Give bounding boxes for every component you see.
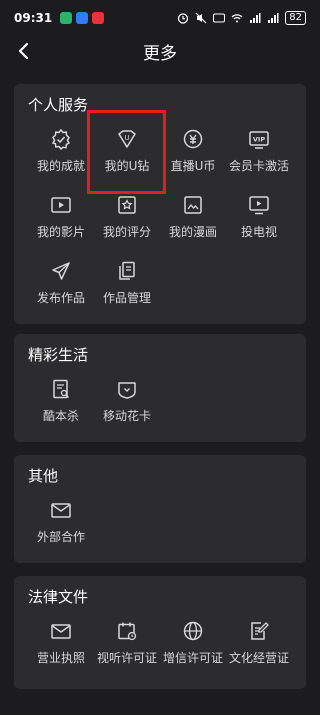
section-legal-documents: 法律文件 营业执照 视听许可证 增信许可证 文化经营证 <box>14 576 306 689</box>
section-lifestyle: 精彩生活 酷本杀 移动花卡 <box>14 334 306 442</box>
section-title: 个人服务 <box>28 96 89 114</box>
menu-item-publish-works[interactable]: 发布作品 <box>28 255 94 311</box>
edit-doc-icon <box>251 622 269 640</box>
section-title: 精彩生活 <box>28 346 89 364</box>
menu-item-my-ratings[interactable]: 我的评分 <box>94 189 160 245</box>
mute-icon <box>195 12 207 24</box>
menu-item-label: 酷本杀 <box>42 409 79 423</box>
menu-item-label: 视听许可证 <box>96 651 157 665</box>
signal-icon <box>268 13 279 23</box>
signal-icon <box>250 13 261 23</box>
menu-item-label: 我的影片 <box>36 225 85 239</box>
menu-item-value-added-license[interactable]: 增信许可证 <box>160 615 226 671</box>
notification-app-icon <box>60 12 73 24</box>
menu-item-my-u-diamond[interactable]: U 我的U钻 <box>94 123 160 179</box>
send-icon <box>52 262 70 280</box>
notification-app-icon <box>92 12 105 24</box>
menu-item-live-u-coin[interactable]: 直播U币 <box>160 123 226 179</box>
battery-level: 82 <box>285 11 306 25</box>
svg-text:VIP: VIP <box>253 136 265 144</box>
back-button[interactable] <box>12 38 38 64</box>
tv-cast-icon <box>249 196 269 215</box>
works-icon <box>119 261 135 280</box>
menu-item-external-cooperation[interactable]: 外部合作 <box>28 494 94 550</box>
menu-item-my-videos[interactable]: 我的影片 <box>28 189 94 245</box>
menu-item-vip-card-activation[interactable]: VIP 会员卡激活 <box>226 123 292 179</box>
menu-item-label: 作品管理 <box>102 291 151 305</box>
menu-item-mobile-flower-card[interactable]: 移动花卡 <box>94 373 160 429</box>
menu-item-script-murder[interactable]: 酷本杀 <box>28 373 94 429</box>
menu-item-label: 会员卡激活 <box>228 159 289 173</box>
menu-item-label: 我的漫画 <box>168 225 217 239</box>
menu-item-label: 外部合作 <box>36 530 85 544</box>
menu-item-works-management[interactable]: 作品管理 <box>94 255 160 311</box>
script-icon <box>53 379 69 399</box>
chevron-left-icon <box>18 42 29 60</box>
status-bar: 09:31 82 <box>0 0 320 36</box>
globe-icon <box>183 621 203 641</box>
menu-item-cultural-business-license[interactable]: 文化经营证 <box>226 615 292 671</box>
menu-item-label: 我的成就 <box>36 159 85 173</box>
menu-item-label: 投电视 <box>240 225 277 239</box>
mail-icon <box>51 624 71 639</box>
svg-text:U: U <box>124 134 129 142</box>
menu-item-label: 文化经营证 <box>228 651 289 665</box>
menu-item-label: 移动花卡 <box>102 409 151 423</box>
page-title: 更多 <box>143 43 177 64</box>
section-title: 法律文件 <box>28 588 89 606</box>
page-header: 更多 <box>0 36 320 66</box>
sim-card-icon <box>118 382 136 399</box>
diamond-icon: U <box>118 130 136 148</box>
alarm-icon <box>178 13 189 24</box>
menu-item-label: 发布作品 <box>36 291 85 305</box>
wifi-icon <box>231 14 243 23</box>
video-icon <box>51 197 71 213</box>
menu-item-label: 增信许可证 <box>162 651 223 665</box>
calendar-icon <box>118 622 137 641</box>
vip-card-icon: VIP <box>249 131 269 149</box>
coin-icon <box>183 129 203 149</box>
menu-item-my-achievement[interactable]: 我的成就 <box>28 123 94 179</box>
menu-item-business-license[interactable]: 营业执照 <box>28 615 94 671</box>
menu-item-av-license[interactable]: 视听许可证 <box>94 615 160 671</box>
menu-item-label: 营业执照 <box>36 651 85 665</box>
menu-item-label: 我的U钻 <box>104 159 150 173</box>
status-time: 09:31 <box>14 11 53 25</box>
menu-item-cast-to-tv[interactable]: 投电视 <box>226 189 292 245</box>
comic-icon <box>184 196 202 214</box>
section-personal-services: 个人服务 我的成就 U 我的U钻 直播U币 VIP 会员卡激活 我的影片 我的评… <box>14 84 306 324</box>
notification-app-icon <box>76 12 89 24</box>
status-app-icons <box>60 12 105 24</box>
menu-item-label: 我的评分 <box>102 225 151 239</box>
hd-icon <box>213 13 226 23</box>
menu-item-label: 直播U币 <box>170 159 216 173</box>
mail-icon <box>51 503 71 518</box>
menu-item-my-comics[interactable]: 我的漫画 <box>160 189 226 245</box>
rating-icon <box>118 196 136 214</box>
section-title: 其他 <box>28 467 59 485</box>
achievement-icon <box>51 128 71 150</box>
section-other: 其他 外部合作 <box>14 455 306 563</box>
